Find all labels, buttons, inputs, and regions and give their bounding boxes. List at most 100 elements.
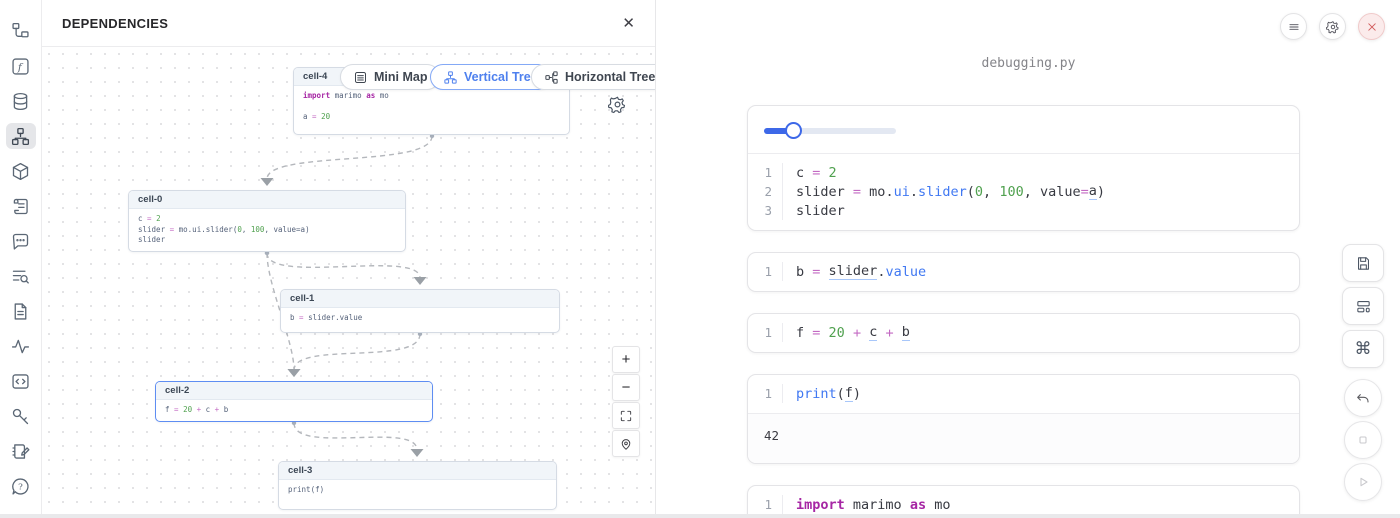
help-icon: ? — [10, 476, 31, 497]
fit-view-button[interactable] — [612, 402, 640, 429]
graph-node-title: cell-1 — [281, 290, 559, 308]
close-icon — [1365, 20, 1379, 34]
graph-node-title: cell-2 — [156, 382, 432, 400]
key-icon — [10, 406, 31, 427]
layout-button[interactable] — [1342, 287, 1384, 325]
zoom-out-button[interactable]: − — [612, 374, 640, 401]
line-number: 2 — [748, 184, 782, 199]
sidebar-item-database[interactable] — [6, 88, 36, 114]
svg-text:f: f — [17, 61, 24, 73]
horizontal-tree-label: Horizontal Tree — [565, 70, 655, 84]
graph-node-code: c = 2slider = mo.ui.slider(0, 100, value… — [129, 209, 405, 251]
document-icon — [10, 301, 31, 322]
sidebar-item-scratchpad[interactable] — [6, 438, 36, 464]
packages-icon — [10, 161, 31, 182]
cell-editor[interactable]: 1print(f) — [748, 375, 1299, 413]
notebook-action-buttons: ⌘ — [1342, 244, 1384, 368]
graph-node-cell-3[interactable]: cell-3print(f) — [278, 461, 557, 510]
center-node-button[interactable] — [612, 430, 640, 457]
graph-node-cell-2[interactable]: cell-2f = 20 + c + b — [155, 381, 433, 422]
minimap-label: Mini Map — [374, 70, 427, 84]
shutdown-button[interactable] — [1358, 13, 1385, 40]
code-line[interactable]: slider = mo.ui.slider(0, 100, value=a) — [782, 182, 1299, 201]
activity-icon — [10, 336, 31, 357]
close-icon[interactable]: ✕ — [622, 16, 635, 31]
run-button[interactable] — [1344, 463, 1382, 501]
logs-icon — [10, 196, 31, 217]
notebook-filename: debugging.py — [657, 56, 1400, 71]
undo-button[interactable] — [1344, 379, 1382, 417]
functions-icon: f — [10, 56, 31, 77]
graph-node-title: cell-3 — [279, 462, 556, 480]
stop-button[interactable] — [1344, 421, 1382, 459]
cell-editor[interactable]: 1c = 22slider = mo.ui.slider(0, 100, val… — [748, 154, 1299, 230]
zoom-in-button[interactable]: + — [612, 346, 640, 373]
notebook-topbar — [1280, 13, 1385, 40]
horizontal-tree-button[interactable]: Horizontal Tree — [531, 64, 656, 90]
dependencies-panel: cell-4import marimo as mo a = 20cell-0c … — [42, 0, 656, 518]
settings-button[interactable] — [1319, 13, 1346, 40]
save-button[interactable] — [1342, 244, 1384, 282]
code-line[interactable]: c = 2 — [782, 163, 1299, 182]
map-pin-icon — [619, 437, 633, 451]
graph-node-code: import marimo as mo a = 20 — [294, 86, 569, 128]
horizontal-tree-icon — [544, 70, 559, 85]
code-line[interactable]: print(f) — [782, 384, 1299, 403]
line-number: 1 — [748, 497, 782, 512]
vertical-tree-label: Vertical Tree — [464, 70, 538, 84]
sidebar-item-dependency-graph[interactable] — [6, 123, 36, 149]
notebook-cells: 1 c = 22slider = mo.ui.slider(0, 100, val… — [747, 105, 1300, 518]
stop-icon — [1355, 432, 1371, 448]
cell-editor[interactable]: 1f = 20 + c + b — [748, 314, 1299, 352]
notebook-run-buttons — [1344, 379, 1382, 501]
notebook-cell[interactable]: 1f = 20 + c + b — [747, 313, 1300, 353]
graph-node-title: cell-0 — [129, 191, 405, 209]
notebook-cell[interactable]: 1c = 22slider = mo.ui.slider(0, 100, val… — [747, 105, 1300, 231]
notebook-cell[interactable]: 1print(f)42 — [747, 374, 1300, 464]
sidebar-item-packages[interactable] — [6, 158, 36, 184]
graph-node-cell-1[interactable]: cell-1b = slider.value — [280, 289, 560, 333]
sidebar-item-help[interactable]: ? — [6, 473, 36, 499]
line-number: 1 — [748, 386, 782, 401]
fit-view-icon — [619, 409, 633, 423]
graph-node-cell-0[interactable]: cell-0c = 2slider = mo.ui.slider(0, 100,… — [128, 190, 406, 252]
code-line[interactable]: slider — [782, 201, 1299, 220]
save-icon — [1355, 255, 1372, 272]
sidebar-item-activity[interactable] — [6, 333, 36, 359]
list-search-icon — [10, 266, 31, 287]
slider-thumb[interactable] — [785, 122, 802, 139]
line-number: 1 — [748, 325, 782, 340]
code-line[interactable]: f = 20 + c + b — [782, 323, 1299, 342]
undo-icon — [1355, 390, 1371, 406]
notebook-cell[interactable]: 1b = slider.value — [747, 252, 1300, 292]
sidebar-item-chat[interactable] — [6, 228, 36, 254]
chat-icon — [10, 231, 31, 252]
dependency-graph-icon — [10, 126, 31, 147]
sidebar-item-file-tree[interactable] — [6, 18, 36, 44]
keyboard-shortcuts-button[interactable]: ⌘ — [1342, 330, 1384, 368]
layout-grid-icon — [1355, 298, 1372, 315]
dependencies-header: DEPENDENCIES ✕ — [42, 0, 655, 47]
graph-node-code: f = 20 + c + b — [156, 400, 432, 421]
scratchpad-icon — [10, 441, 31, 462]
sidebar-item-list-search[interactable] — [6, 263, 36, 289]
cell-editor[interactable]: 1b = slider.value — [748, 253, 1299, 291]
svg-text:?: ? — [18, 482, 23, 492]
sidebar-item-key[interactable] — [6, 403, 36, 429]
sidebar-item-snippets[interactable] — [6, 368, 36, 394]
sidebar-item-document[interactable] — [6, 298, 36, 324]
sidebar-item-functions[interactable]: f — [6, 53, 36, 79]
slider-widget[interactable] — [764, 122, 896, 139]
menu-icon — [1287, 20, 1301, 34]
graph-settings-button[interactable] — [608, 95, 627, 119]
minimap-button[interactable]: Mini Map — [340, 64, 440, 90]
helper-panel-rail: f? — [0, 0, 42, 518]
sidebar-item-logs[interactable] — [6, 193, 36, 219]
minimap-icon — [353, 70, 368, 85]
code-line[interactable]: import marimo as mo — [782, 495, 1299, 514]
cell-output-slider — [748, 106, 1299, 153]
menu-button[interactable] — [1280, 13, 1307, 40]
file-tree-icon — [10, 21, 31, 42]
code-line[interactable]: b = slider.value — [782, 262, 1299, 281]
gear-icon — [1326, 20, 1340, 34]
